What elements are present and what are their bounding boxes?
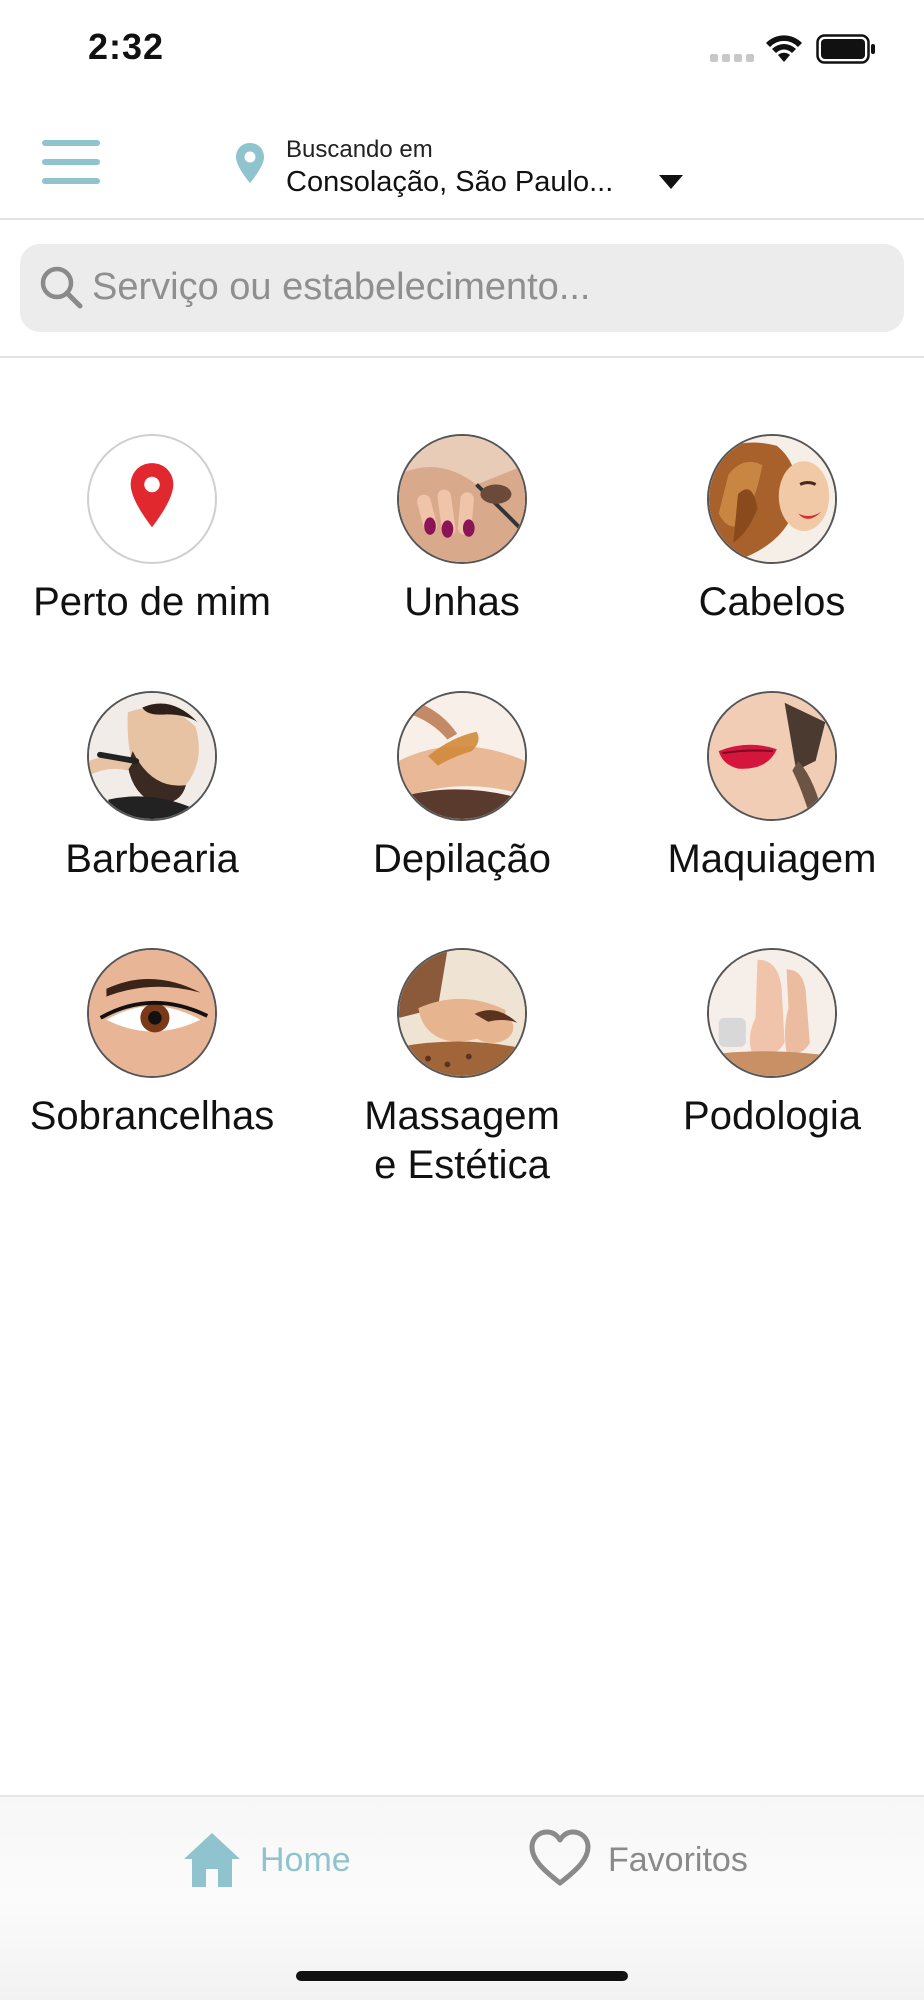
feet-image	[707, 948, 837, 1078]
bottom-tab-bar: Home Favoritos	[0, 1795, 924, 2000]
category-label: Barbearia	[65, 837, 239, 881]
category-barbearia[interactable]: Barbearia	[2, 691, 302, 884]
category-maquiagem[interactable]: Maquiagem	[622, 691, 922, 884]
search-box[interactable]	[20, 244, 904, 332]
category-massagem-estetica[interactable]: Massagem e Estética	[312, 948, 612, 1190]
status-time: 2:32	[88, 26, 165, 67]
category-label: Podologia	[683, 1094, 861, 1138]
search-input[interactable]	[92, 258, 882, 316]
cellular-signal-icon	[710, 54, 754, 62]
app-header: Buscando em Consolação, São Paulo...	[0, 100, 924, 220]
wifi-icon	[766, 35, 802, 62]
search-area	[0, 220, 924, 358]
category-label: Cabelos	[698, 580, 846, 624]
tab-home[interactable]: Home	[180, 1829, 370, 1909]
nails-image	[397, 434, 527, 564]
hamburger-menu-icon[interactable]	[42, 140, 100, 184]
home-screen: 2:32 Buscando em Consolação, São Paulo..…	[0, 0, 924, 2000]
category-label: Massagem e Estética	[364, 1094, 560, 1187]
hair-image	[707, 434, 837, 564]
category-label: Sobrancelhas	[29, 1094, 275, 1138]
barber-image	[87, 691, 217, 821]
category-depilacao[interactable]: Depilação	[312, 691, 612, 884]
category-label: Perto de mim	[33, 580, 271, 624]
eyebrow-image	[87, 948, 217, 1078]
massage-image	[397, 948, 527, 1078]
makeup-image	[707, 691, 837, 821]
category-podologia[interactable]: Podologia	[622, 948, 922, 1141]
dropdown-arrow-icon	[659, 175, 683, 189]
category-label: Depilação	[373, 837, 551, 881]
category-label: Maquiagem	[667, 837, 877, 881]
battery-icon	[816, 34, 875, 64]
tab-favoritos[interactable]: Favoritos	[528, 1829, 768, 1909]
category-cabelos[interactable]: Cabelos	[622, 434, 922, 627]
location-pin-icon	[87, 434, 217, 564]
tab-favoritos-label: Favoritos	[608, 1841, 748, 1879]
heart-icon	[529, 1829, 591, 1886]
home-indicator[interactable]	[296, 1971, 628, 1981]
waxing-image	[397, 691, 527, 821]
tab-home-label: Home	[260, 1841, 351, 1879]
status-bar: 2:32	[0, 0, 924, 100]
location-value: Consolação, São Paulo...	[286, 166, 614, 198]
home-icon	[184, 1833, 240, 1887]
category-perto-de-mim[interactable]: Perto de mim	[2, 434, 302, 627]
category-unhas[interactable]: Unhas	[312, 434, 612, 627]
map-pin-icon	[236, 143, 264, 183]
location-caption: Buscando em	[286, 136, 433, 163]
category-label: Unhas	[404, 580, 520, 624]
category-sobrancelhas[interactable]: Sobrancelhas	[2, 948, 302, 1141]
search-icon	[40, 266, 83, 309]
location-selector[interactable]: Buscando em Consolação, São Paulo...	[232, 130, 692, 204]
